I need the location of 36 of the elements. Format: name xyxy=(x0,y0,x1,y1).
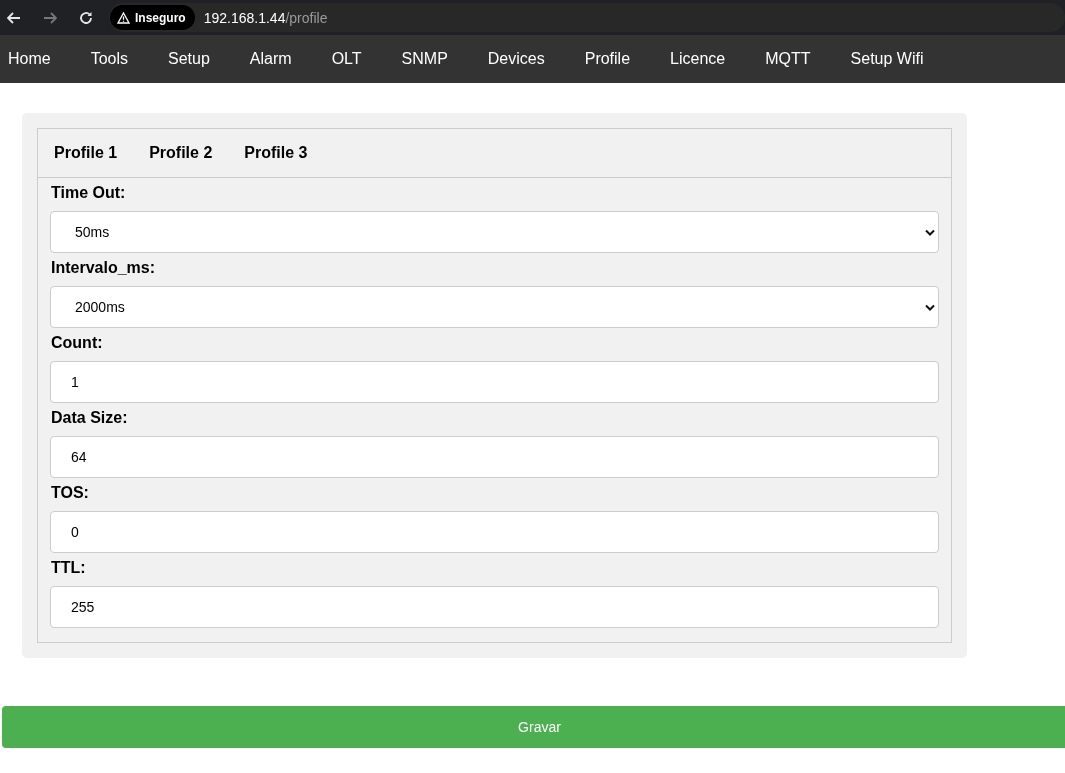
forward-icon[interactable] xyxy=(43,11,57,24)
field-label: TTL: xyxy=(50,558,87,578)
warning-icon xyxy=(117,11,130,24)
nav-link[interactable]: MQTT xyxy=(757,50,827,68)
reload-icon[interactable] xyxy=(79,10,93,25)
url-host: 192.168.1.44 xyxy=(203,9,286,26)
chevron-down-icon xyxy=(925,228,935,236)
chevron-down-icon xyxy=(925,303,935,311)
field-label: Count: xyxy=(50,333,104,353)
field-label: TOS: xyxy=(50,483,90,503)
nav-link[interactable]: Devices xyxy=(479,50,561,68)
nav-link[interactable]: Tools xyxy=(82,50,145,68)
profile-tab[interactable]: Profile 3 xyxy=(231,138,321,168)
input-field[interactable]: 0 xyxy=(50,511,939,553)
nav-link[interactable]: OLT xyxy=(323,50,378,68)
nav-link[interactable]: Home xyxy=(0,50,67,68)
nav-link[interactable]: Setup xyxy=(160,50,226,68)
back-icon[interactable] xyxy=(7,11,21,24)
nav-link[interactable]: SNMP xyxy=(393,50,464,68)
input-field[interactable]: 1 xyxy=(50,361,939,403)
nav-link[interactable]: Alarm xyxy=(241,50,308,68)
nav-link[interactable]: Licence xyxy=(662,50,742,68)
input-field[interactable]: 255 xyxy=(50,586,939,628)
security-chip[interactable]: Inseguro xyxy=(110,5,195,30)
profile-tab[interactable]: Profile 1 xyxy=(41,138,131,168)
profile-tab[interactable]: Profile 2 xyxy=(136,138,226,168)
field-label: Time Out: xyxy=(50,183,127,203)
field-label: Intervalo_ms: xyxy=(50,258,157,278)
field-label: Data Size: xyxy=(50,408,129,428)
nav-link[interactable]: Setup Wifi xyxy=(842,50,940,68)
address-bar[interactable]: Inseguro 192.168.1.44/profile xyxy=(109,3,1065,32)
dropdown-field[interactable]: 2000ms xyxy=(50,286,939,328)
dropdown-field[interactable]: 50ms xyxy=(50,211,939,253)
input-field[interactable]: 64 xyxy=(50,436,939,478)
nav-link[interactable]: Profile xyxy=(576,50,647,68)
url-path: /profile xyxy=(285,9,328,26)
